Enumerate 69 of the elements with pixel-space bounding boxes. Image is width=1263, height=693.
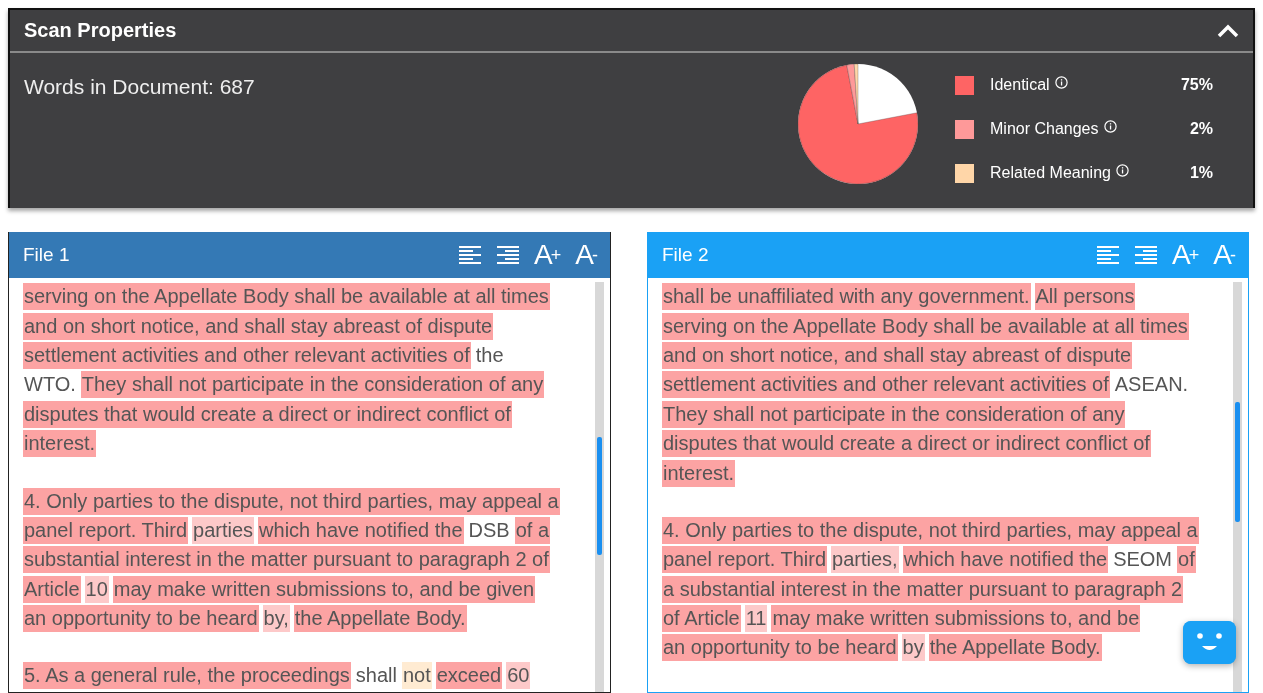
scrollbar[interactable] [595, 282, 604, 692]
panel-title: Scan Properties [24, 19, 177, 42]
highlighted-text: may make written submissions to, and be [771, 605, 1141, 633]
legend-percentage: 75% [1180, 76, 1213, 94]
file-title: File 2 [662, 244, 710, 266]
highlighted-text: Article [23, 575, 81, 603]
align-left-button[interactable] [458, 244, 483, 266]
highlighted-text: They shall not participate in the consideration of any [662, 400, 1126, 428]
highlighted-text: the Appellate Body. [928, 634, 1102, 662]
legend-percentage: 2% [1189, 120, 1213, 138]
highlighted-text: 4. Only parties to the dispute, not third parties, may appeal a [662, 516, 1199, 544]
highlighted-text: not [401, 662, 432, 690]
chat-bot-icon[interactable] [1183, 621, 1236, 664]
highlighted-text: the Appellate Body. [293, 605, 467, 633]
highlighted-text: They shall not participate in the consideration of any [80, 371, 545, 399]
highlighted-text: of a [514, 516, 551, 544]
highlighted-text: disputes that would create a direct or indirect conflict of [23, 400, 512, 428]
highlighted-text: substantial interest in the matter pursuant to paragraph 2 of [23, 546, 550, 574]
highlighted-text: 60 [506, 662, 531, 690]
highlighted-text: settlement activities and other relevant activities of [23, 341, 471, 369]
highlighted-text: and on short notice, and shall stay abreast of dispute [662, 341, 1133, 369]
highlighted-text: a substantial interest in the matter pursuant to paragraph 2 [662, 575, 1184, 603]
align-right-button[interactable] [1134, 244, 1159, 266]
plain-text: DSB [467, 517, 511, 543]
highlighted-text: 11 [744, 605, 768, 633]
align-left-button[interactable] [1096, 244, 1121, 266]
info-icon[interactable] [1103, 119, 1117, 133]
highlighted-text: 4. Only parties to the dispute, not third parties, may appeal a [23, 487, 560, 515]
highlighted-text: panel report. Third [23, 516, 189, 544]
highlighted-text: by, [262, 605, 290, 633]
word-count: Words in Document: 687 [24, 75, 256, 100]
highlighted-text: and on short notice, and shall stay abreast of dispute [23, 312, 494, 340]
plain-text: WTO. [23, 372, 77, 398]
file-title: File 1 [23, 244, 71, 266]
legend-label: Related Meaning [990, 164, 1111, 182]
legend-percentage: 1% [1189, 164, 1213, 182]
info-icon[interactable] [1115, 163, 1129, 177]
highlighted-text: an opportunity to be heard [23, 605, 259, 633]
highlighted-text: 10 [84, 575, 109, 603]
highlighted-text: parties, [831, 546, 899, 574]
scrollbar[interactable] [1233, 282, 1242, 692]
highlighted-text: panel report. Third [662, 546, 828, 574]
highlighted-text: interest. [662, 459, 736, 487]
align-right-button[interactable] [496, 244, 521, 266]
plain-text: shall [354, 663, 398, 689]
highlighted-text: serving on the Appellate Body shall be available at all times [23, 283, 550, 311]
highlighted-text: settlement activities and other relevant activities of [662, 371, 1110, 399]
legend-label: Minor Changes [990, 120, 1099, 138]
plain-text: SEOM [1112, 547, 1174, 573]
highlighted-text: shall be unaffiliated with any government. [662, 283, 1031, 311]
highlighted-text: of Article [662, 605, 741, 633]
highlighted-text: interest. [23, 430, 97, 458]
highlighted-text: of [1177, 546, 1196, 574]
highlighted-text: All persons [1034, 283, 1136, 311]
info-icon[interactable] [1054, 75, 1068, 89]
highlighted-text: may make written submissions to, and be given [112, 575, 536, 603]
highlighted-text: serving on the Appellate Body shall be available at all times [662, 312, 1189, 340]
highlighted-text: by [901, 634, 925, 662]
plain-text: the [474, 342, 505, 368]
highlighted-text: disputes that would create a direct or indirect conflict of [662, 430, 1151, 458]
highlighted-text: which have notified the [902, 546, 1109, 574]
highlighted-text: an opportunity to be heard [662, 634, 898, 662]
collapse-icon[interactable] [1217, 23, 1239, 38]
plain-text: ASEAN. [1113, 372, 1190, 398]
highlighted-text: parties [192, 516, 255, 544]
legend-label: Identical [990, 76, 1050, 94]
highlighted-text: exceed [435, 662, 503, 690]
highlighted-text: which have notified the [258, 516, 464, 544]
highlighted-text: 5. As a general rule, the proceedings [23, 662, 351, 690]
